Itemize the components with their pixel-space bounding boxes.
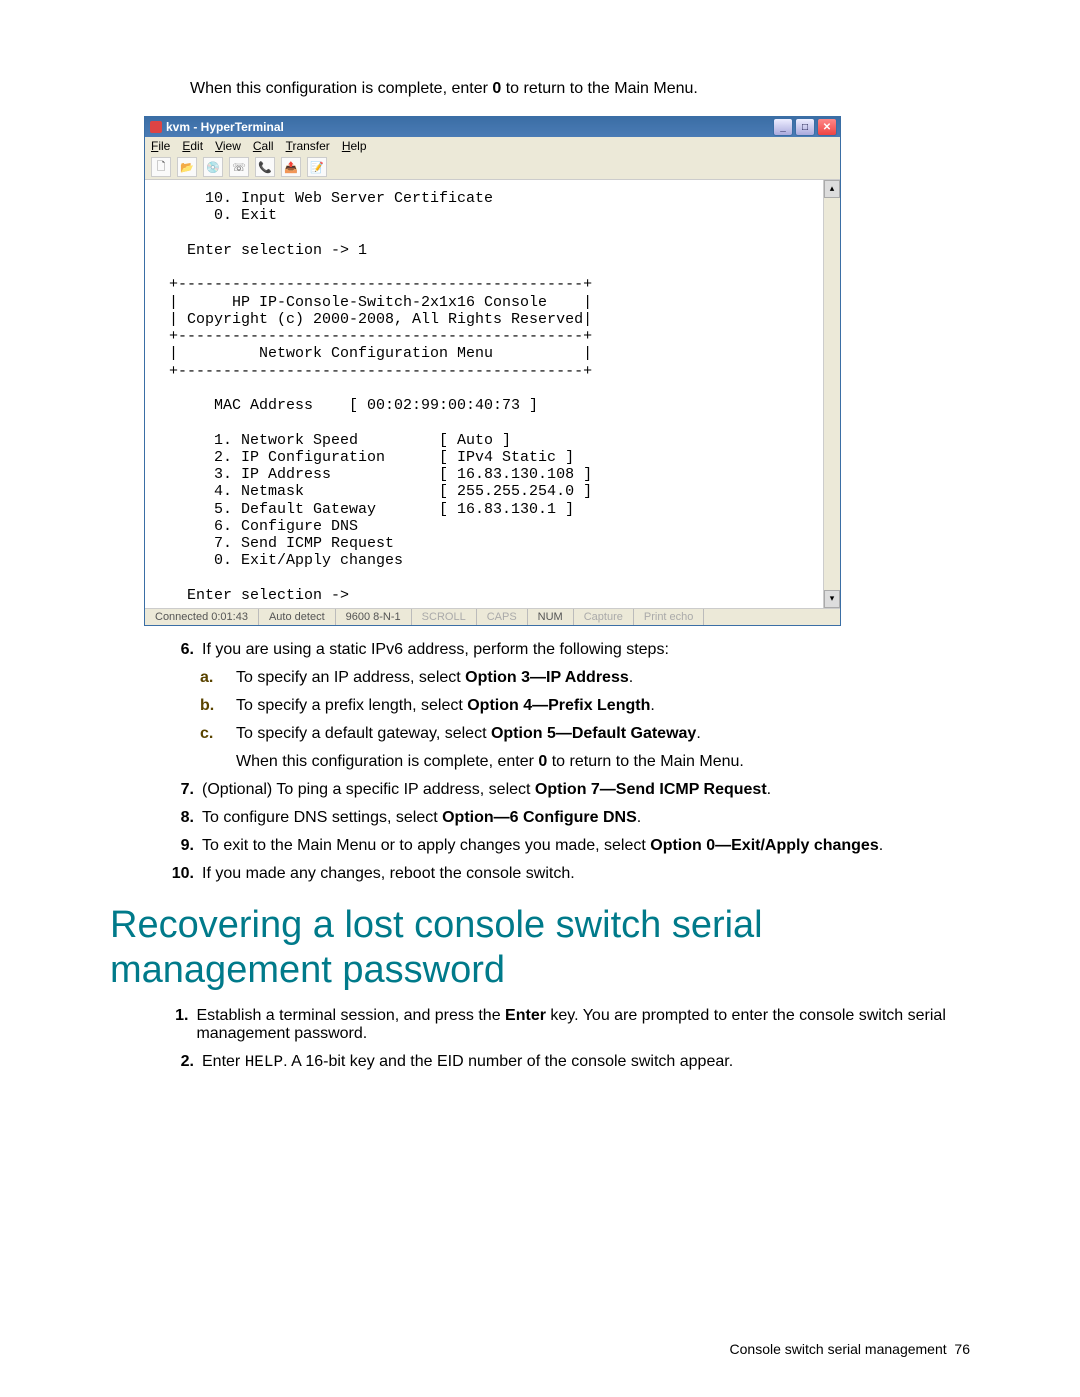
menu-edit[interactable]: Edit (182, 139, 203, 153)
recover-2-post: . A 16-bit key and the EID number of the… (283, 1053, 733, 1070)
step-9-post: . (879, 837, 883, 854)
section-heading: Recovering a lost console switch serial … (110, 903, 970, 993)
intro-suffix: to return to the Main Menu. (501, 80, 698, 97)
window-title: kvm - HyperTerminal (166, 120, 284, 134)
intro-key: 0 (492, 80, 501, 97)
footer-page: 76 (954, 1341, 970, 1357)
status-num: NUM (528, 609, 574, 625)
step-6a-pre: To specify an IP address, select (236, 669, 465, 686)
send-icon[interactable]: 📤 (281, 157, 301, 177)
step-6c-pre: To specify a default gateway, select (236, 725, 491, 742)
step-9-num: 9. (160, 837, 202, 855)
step-7-pre: (Optional) To ping a specific IP address… (202, 781, 535, 798)
page-footer: Console switch serial management 76 (730, 1341, 970, 1357)
disconnect-icon[interactable]: 📞 (255, 157, 275, 177)
step-8-num: 8. (160, 809, 202, 827)
step-7-num: 7. (160, 781, 202, 799)
menu-help[interactable]: Help (342, 139, 367, 153)
step-9-pre: To exit to the Main Menu or to apply cha… (202, 837, 650, 854)
disc-icon[interactable]: 💿 (203, 157, 223, 177)
titlebar: kvm - HyperTerminal _ □ ✕ (145, 117, 840, 137)
step-6b: b. To specify a prefix length, select Op… (200, 697, 970, 715)
status-printecho: Print echo (634, 609, 705, 625)
recover-step-1: 1. Establish a terminal session, and pre… (160, 1007, 970, 1043)
recover-1-num: 1. (160, 1007, 196, 1043)
menu-file[interactable]: File (151, 139, 170, 153)
app-icon (150, 121, 162, 133)
status-caps: CAPS (477, 609, 528, 625)
status-connected: Connected 0:01:43 (145, 609, 259, 625)
close-button[interactable]: ✕ (817, 118, 837, 136)
menubar: File Edit View Call Transfer Help (145, 137, 840, 155)
step-8-pre: To configure DNS settings, select (202, 809, 442, 826)
step-8-bold: Option—6 Configure DNS (442, 809, 637, 826)
step-8-post: . (637, 809, 641, 826)
recover-2-num: 2. (160, 1053, 202, 1071)
step-6b-pre: To specify a prefix length, select (236, 697, 467, 714)
status-capture: Capture (574, 609, 634, 625)
step-6a-letter: a. (200, 669, 236, 687)
recover-1-bold: Enter (505, 1007, 546, 1024)
step-9-bold: Option 0—Exit/Apply changes (650, 837, 878, 854)
recover-2-pre: Enter (202, 1053, 245, 1070)
menu-view[interactable]: View (215, 139, 241, 153)
step-6c-bold: Option 5—Default Gateway (491, 725, 696, 742)
step-6b-letter: b. (200, 697, 236, 715)
hyperterminal-window: kvm - HyperTerminal _ □ ✕ File Edit View… (144, 116, 841, 626)
recover-1-pre: Establish a terminal session, and press … (196, 1007, 505, 1024)
step-6c-post: . (696, 725, 700, 742)
status-scroll: SCROLL (412, 609, 477, 625)
status-baud: 9600 8-N-1 (336, 609, 412, 625)
connect-icon[interactable]: ☏ (229, 157, 249, 177)
step-10-text: If you made any changes, reboot the cons… (202, 865, 575, 883)
step-6-tail: When this configuration is complete, ent… (200, 753, 970, 771)
recover-2-code: HELP (245, 1053, 283, 1071)
step-6-num: 6. (160, 641, 202, 659)
scroll-thumb[interactable] (824, 198, 840, 590)
step-6a-bold: Option 3—IP Address (465, 669, 629, 686)
step-6-tail-post: to return to the Main Menu. (547, 753, 744, 770)
step-6a: a. To specify an IP address, select Opti… (200, 669, 970, 687)
minimize-button[interactable]: _ (773, 118, 793, 136)
intro-prefix: When this configuration is complete, ent… (190, 80, 492, 97)
new-icon[interactable]: 🗋 (151, 157, 171, 177)
statusbar: Connected 0:01:43 Auto detect 9600 8-N-1… (145, 608, 840, 625)
step-6c: c. To specify a default gateway, select … (200, 725, 970, 743)
step-6: 6. If you are using a static IPv6 addres… (160, 641, 970, 659)
step-10-num: 10. (160, 865, 202, 883)
menu-transfer[interactable]: Transfer (286, 139, 330, 153)
step-7-post: . (767, 781, 771, 798)
step-7-bold: Option 7—Send ICMP Request (535, 781, 767, 798)
step-6b-bold: Option 4—Prefix Length (467, 697, 650, 714)
scrollbar[interactable]: ▴ ▾ (823, 180, 840, 608)
step-6c-letter: c. (200, 725, 236, 743)
status-autodetect: Auto detect (259, 609, 336, 625)
terminal-output: 10. Input Web Server Certificate 0. Exit… (145, 180, 823, 608)
open-icon[interactable]: 📂 (177, 157, 197, 177)
step-6-text: If you are using a static IPv6 address, … (202, 641, 669, 659)
intro-line: When this configuration is complete, ent… (190, 80, 970, 98)
menu-call[interactable]: Call (253, 139, 274, 153)
maximize-button[interactable]: □ (795, 118, 815, 136)
properties-icon[interactable]: 📝 (307, 157, 327, 177)
footer-text: Console switch serial management (730, 1341, 947, 1357)
step-6-tail-bold: 0 (538, 753, 547, 770)
step-6-tail-pre: When this configuration is complete, ent… (236, 753, 538, 770)
scroll-up-icon[interactable]: ▴ (824, 180, 840, 198)
step-9: 9. To exit to the Main Menu or to apply … (160, 837, 970, 855)
step-8: 8. To configure DNS settings, select Opt… (160, 809, 970, 827)
scroll-down-icon[interactable]: ▾ (824, 590, 840, 608)
step-6b-post: . (650, 697, 654, 714)
step-6a-post: . (629, 669, 633, 686)
step-7: 7. (Optional) To ping a specific IP addr… (160, 781, 970, 799)
step-10: 10. If you made any changes, reboot the … (160, 865, 970, 883)
recover-step-2: 2. Enter HELP. A 16-bit key and the EID … (160, 1053, 970, 1071)
toolbar: 🗋 📂 💿 ☏ 📞 📤 📝 (145, 155, 840, 180)
